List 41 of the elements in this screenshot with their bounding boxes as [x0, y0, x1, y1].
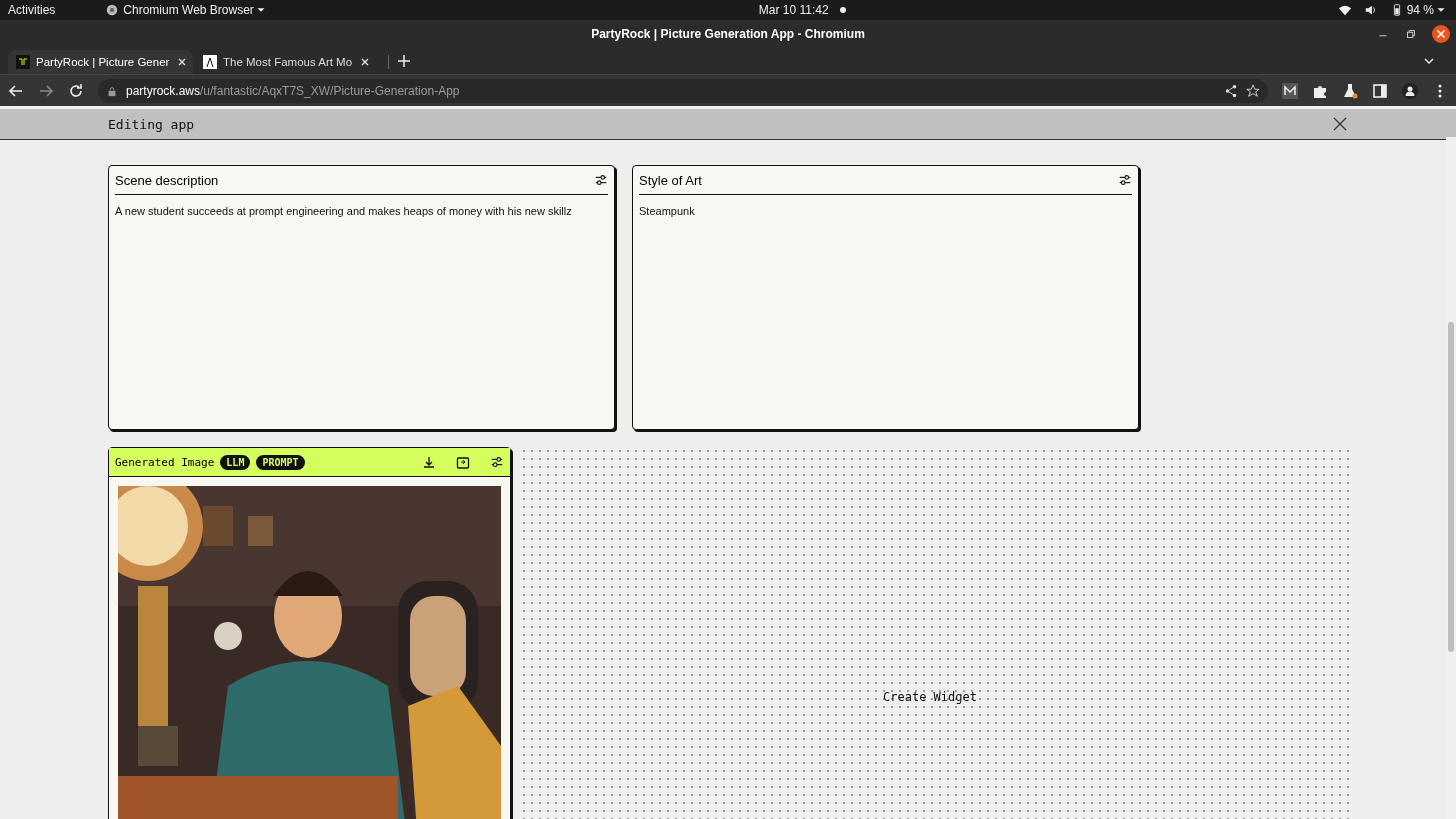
download-icon[interactable] — [422, 455, 436, 469]
extension-m-icon[interactable] — [1282, 82, 1298, 99]
window-title: PartyRock | Picture Generation App - Chromium — [591, 27, 865, 41]
wifi-icon[interactable] — [1337, 3, 1352, 17]
tag: LLM — [220, 454, 251, 470]
clock[interactable]: Mar 10 11:42 — [758, 3, 829, 17]
browser-tab[interactable]: The Most Famous Art Mo — [195, 50, 380, 74]
app-header-title: Editing app — [108, 116, 195, 132]
share-icon[interactable] — [1224, 83, 1238, 98]
battery-level[interactable]: 94 % — [1406, 3, 1434, 17]
side-panel-icon[interactable] — [1372, 82, 1388, 99]
site-logo-icon — [203, 55, 217, 69]
notification-dot-icon[interactable] — [838, 6, 847, 14]
app-logo-icon — [16, 55, 30, 69]
browser-tab[interactable]: PartyRock | Picture Gener — [8, 50, 193, 74]
profile-icon[interactable] — [1402, 82, 1418, 99]
app-menu[interactable]: Chromium Web Browser — [123, 3, 254, 17]
close-icon[interactable] — [1432, 25, 1450, 43]
settings-icon[interactable] — [594, 173, 608, 187]
settings-icon[interactable] — [1118, 173, 1132, 187]
tag: PROMPT — [256, 454, 305, 470]
create-widget-button[interactable]: Create Widget — [877, 689, 983, 705]
input-field[interactable]: Steampunk — [639, 195, 1132, 429]
back-icon[interactable] — [8, 82, 24, 99]
flask-icon[interactable] — [1342, 82, 1358, 99]
address-bar[interactable]: partyrock.aws/u/fantastic/AqxT7S_XW/Picture-Generation-App — [98, 78, 1268, 103]
widget-title: Generated Image — [115, 455, 215, 469]
forward-icon[interactable] — [38, 82, 54, 99]
new-tab-icon[interactable] — [397, 54, 411, 68]
chromium-icon[interactable] — [105, 3, 120, 17]
star-icon[interactable] — [1246, 83, 1260, 98]
export-icon[interactable] — [456, 455, 470, 469]
reload-icon[interactable] — [68, 82, 84, 99]
widget-title: Scene description — [115, 172, 219, 188]
widget-title: Style of Art — [639, 172, 702, 188]
volume-icon[interactable] — [1363, 3, 1378, 17]
activities-button[interactable]: Activities — [8, 3, 56, 17]
settings-icon[interactable] — [490, 455, 504, 469]
input-field[interactable]: A new student succeeds at prompt engineering and makes heaps of money with his new skillz — [115, 195, 608, 429]
close-icon[interactable] — [1332, 116, 1348, 132]
restore-icon[interactable] — [1404, 27, 1418, 41]
